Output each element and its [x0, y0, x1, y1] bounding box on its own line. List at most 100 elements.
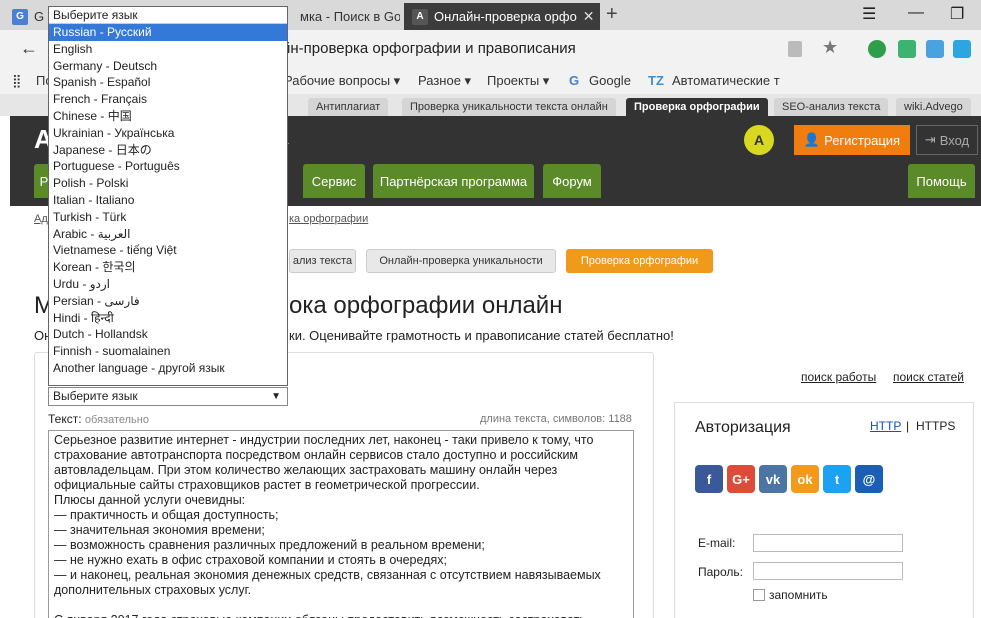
language-option[interactable]: Korean - 한국의 — [49, 259, 287, 276]
language-option[interactable]: Polish - Polski — [49, 175, 287, 192]
tab-label: G — [34, 9, 45, 24]
language-option[interactable]: French - Français — [49, 91, 287, 108]
language-option[interactable]: Portuguese - Português — [49, 158, 287, 175]
text-length-counter: длина текста, символов: 1188 — [480, 413, 632, 425]
language-option[interactable]: Spanish - Español — [49, 74, 287, 91]
apps-icon[interactable]: ⣿ — [12, 73, 22, 89]
remember-checkbox[interactable] — [753, 589, 765, 601]
telegram-icon[interactable] — [953, 40, 971, 58]
browser-tab-2[interactable]: мка - Поиск в Go — [292, 3, 400, 30]
language-option[interactable]: Finnish - suomalainen — [49, 343, 287, 360]
browser-tab-active[interactable]: A Онлайн-проверка орфо ✕ — [404, 3, 600, 30]
remember-me[interactable]: запомнить — [753, 588, 828, 602]
language-option[interactable]: Dutch - Hollandsk — [49, 326, 287, 343]
extension-icon[interactable] — [926, 40, 944, 58]
auth-title: Авторизация — [695, 419, 791, 436]
job-search-link[interactable]: поиск работы — [801, 370, 876, 384]
restore-icon[interactable]: ❐ — [950, 4, 964, 24]
page-title-continued: ока орфографии онлайн — [289, 292, 563, 319]
language-select[interactable]: Выберите язык ▼ — [48, 387, 288, 406]
url-field[interactable]: йн-проверка орфографии и правописания — [282, 40, 576, 57]
advego-icon: A — [412, 8, 428, 25]
article-search-link[interactable]: поиск статей — [893, 370, 964, 384]
add-user-icon: 👤 — [803, 132, 821, 147]
google-icon: G — [569, 73, 580, 88]
language-option[interactable]: Vietnamese - tiếng Việt — [49, 242, 287, 259]
subtab-text-analysis[interactable]: ализ текста — [289, 249, 356, 273]
register-label: Регистрация — [824, 132, 901, 148]
tab-label: Онлайн-проверка орфо — [434, 9, 577, 24]
bookmark-item[interactable]: Рабочие вопросы ▾ — [284, 73, 400, 89]
site-tab-uniqueness[interactable]: Проверка уникальности текста онлайн — [402, 98, 616, 116]
language-option[interactable]: Chinese - 中国 — [49, 108, 287, 125]
language-option[interactable]: Germany - Deutsch — [49, 58, 287, 75]
bookmark-star-icon[interactable]: ★ — [822, 37, 838, 58]
text-label-required: обязательно — [84, 414, 149, 426]
language-option[interactable]: Urdu - اردو — [49, 276, 287, 293]
bookmark-item[interactable]: Проекты ▾ — [487, 73, 549, 89]
odnoklassniki-icon[interactable]: ok — [791, 465, 819, 493]
protocol-separator: | — [906, 419, 910, 433]
site-tab-spelling[interactable]: Проверка орфографии — [626, 98, 768, 116]
login-button[interactable]: ⇥ Вход — [916, 125, 978, 155]
vk-icon[interactable]: vk — [759, 465, 787, 493]
password-label: Пароль: — [698, 565, 743, 579]
dropdown-placeholder[interactable]: Выберите язык — [49, 7, 287, 24]
nav-item-partner[interactable]: Партнёрская программа — [373, 164, 534, 198]
https-label[interactable]: HTTPS — [916, 419, 955, 433]
breadcrumb-home[interactable]: Ад — [34, 213, 48, 225]
language-option[interactable]: Persian - فارسی — [49, 293, 287, 310]
lock-icon[interactable] — [788, 41, 802, 57]
google-translate-icon: G — [12, 8, 28, 25]
language-option[interactable]: Arabic - العربية — [49, 226, 287, 243]
facebook-icon[interactable]: f — [695, 465, 723, 493]
language-option[interactable]: English — [49, 41, 287, 58]
login-label: Вход — [939, 132, 970, 148]
breadcrumb-current[interactable]: ка орфографии — [289, 213, 368, 225]
site-tab-seo[interactable]: SEO-анализ текста — [774, 98, 889, 116]
new-tab-button[interactable]: + — [606, 3, 618, 26]
http-link[interactable]: HTTP — [870, 419, 901, 433]
nav-item-service[interactable]: Сервис — [303, 164, 365, 198]
register-button[interactable]: 👤 Регистрация — [794, 125, 910, 155]
bookmark-item[interactable]: Google — [589, 73, 631, 88]
page-lead-continued: ки. Оценивайте грамотность и правописани… — [289, 328, 674, 343]
menu-icon[interactable]: ☰ — [862, 4, 876, 24]
shield-icon[interactable] — [898, 40, 916, 58]
text-input[interactable]: Серьезное развитие интернет - индустрии … — [48, 430, 634, 618]
tab-label: мка - Поиск в Go — [300, 9, 400, 24]
site-tab-antiplagiat[interactable]: Антиплагиат — [308, 98, 389, 116]
dropdown-arrow-icon: ▼ — [271, 391, 281, 402]
language-option[interactable]: Russian - Русский — [49, 24, 287, 41]
language-option[interactable]: Turkish - Türk — [49, 209, 287, 226]
nav-item-forum[interactable]: Форум — [543, 164, 601, 198]
browser-tab-1[interactable]: G G — [4, 3, 48, 30]
back-arrow-icon[interactable]: ← — [20, 38, 38, 59]
language-option[interactable]: Another language - другой язык — [49, 360, 287, 377]
subtab-spelling[interactable]: Проверка орфографии — [566, 249, 713, 273]
language-option[interactable]: Japanese - 日本の — [49, 142, 287, 159]
advego-badge-icon[interactable]: A — [744, 125, 774, 155]
text-label-main: Текст: — [48, 412, 82, 426]
language-option[interactable]: Ukrainian - Українська — [49, 125, 287, 142]
subtab-uniqueness[interactable]: Онлайн-проверка уникальности — [366, 249, 556, 273]
extension-icon[interactable] — [868, 40, 886, 58]
site-tab-wiki[interactable]: wiki.Advego — [896, 98, 971, 116]
nav-item-help[interactable]: Помощь — [908, 164, 975, 198]
login-icon: ⇥ — [924, 132, 936, 147]
twitter-icon[interactable]: t — [823, 465, 851, 493]
close-tab-icon[interactable]: ✕ — [583, 8, 595, 25]
mail-icon[interactable]: @ — [855, 465, 883, 493]
language-option[interactable]: Hindi - हिन्दी — [49, 310, 287, 327]
google-plus-icon[interactable]: G+ — [727, 465, 755, 493]
password-field[interactable] — [753, 562, 903, 580]
bookmark-item[interactable]: Автоматические т — [672, 73, 780, 88]
email-label: E-mail: — [698, 536, 736, 550]
language-dropdown-list: Выберите язык Russian - Русский English Ge… — [48, 6, 288, 386]
text-label: Текст: обязательно — [48, 412, 149, 426]
language-option[interactable]: Italian - Italiano — [49, 192, 287, 209]
tz-icon: TZ — [648, 73, 664, 88]
minimize-icon[interactable]: — — [908, 4, 924, 22]
email-field[interactable] — [753, 534, 903, 552]
bookmark-item[interactable]: Разное ▾ — [418, 73, 471, 89]
